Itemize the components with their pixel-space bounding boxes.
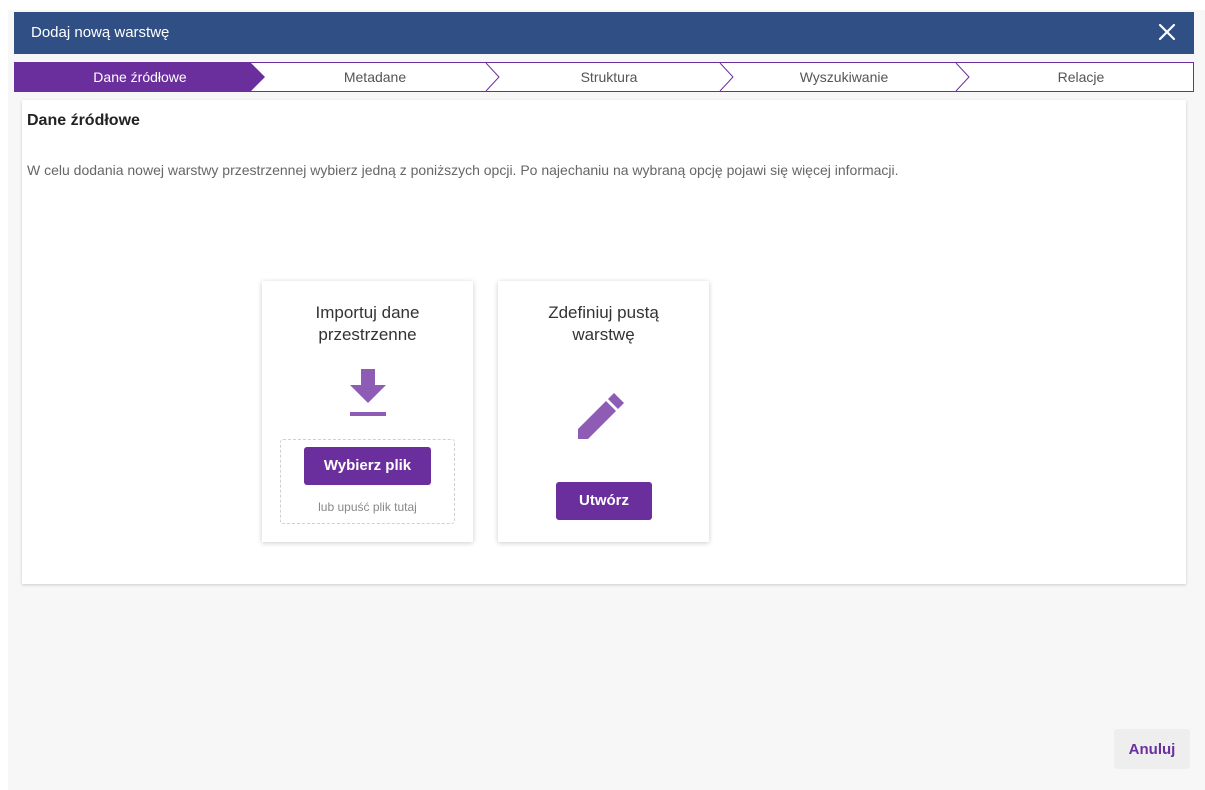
wizard-stepper: Dane źródłowe Metadane Struktura Wyszuki… xyxy=(14,62,1194,92)
panel-description: W celu dodania nowej warstwy przestrzenn… xyxy=(27,162,899,178)
step-metadane[interactable]: Metadane xyxy=(265,63,485,91)
dialog-title: Dodaj nową warstwę xyxy=(31,24,170,41)
define-empty-layer-card[interactable]: Zdefiniuj pustą warstwę Utwórz xyxy=(498,281,709,542)
create-button[interactable]: Utwórz xyxy=(556,482,652,520)
define-card-title: Zdefiniuj pustą warstwę xyxy=(498,302,709,346)
step-wyszukiwanie[interactable]: Wyszukiwanie xyxy=(733,63,955,91)
cancel-button[interactable]: Anuluj xyxy=(1114,729,1190,769)
import-data-card[interactable]: Importuj dane przestrzenne Wybierz plik … xyxy=(262,281,473,542)
pencil-icon xyxy=(578,393,624,439)
step-relacje[interactable]: Relacje xyxy=(969,63,1193,91)
source-data-panel: Dane źródłowe W celu dodania nowej warst… xyxy=(22,100,1186,584)
download-icon xyxy=(350,369,386,416)
import-card-title-line1: Importuj dane xyxy=(315,303,420,322)
drop-hint-text: lub upuść plik tutaj xyxy=(318,500,417,514)
dialog-header: Dodaj nową warstwę xyxy=(14,12,1194,54)
file-dropzone[interactable]: Wybierz plik lub upuść plik tutaj xyxy=(280,439,455,524)
panel-heading: Dane źródłowe xyxy=(27,112,140,129)
define-card-title-line2: warstwę xyxy=(572,325,635,344)
import-card-title-line2: przestrzenne xyxy=(318,325,417,344)
import-card-title: Importuj dane przestrzenne xyxy=(262,302,473,346)
close-icon[interactable] xyxy=(1156,19,1178,45)
choose-file-button[interactable]: Wybierz plik xyxy=(304,447,431,485)
step-dane-zrodlowe[interactable]: Dane źródłowe xyxy=(15,63,265,91)
define-card-title-line1: Zdefiniuj pustą xyxy=(548,303,659,322)
step-struktura[interactable]: Struktura xyxy=(499,63,719,91)
